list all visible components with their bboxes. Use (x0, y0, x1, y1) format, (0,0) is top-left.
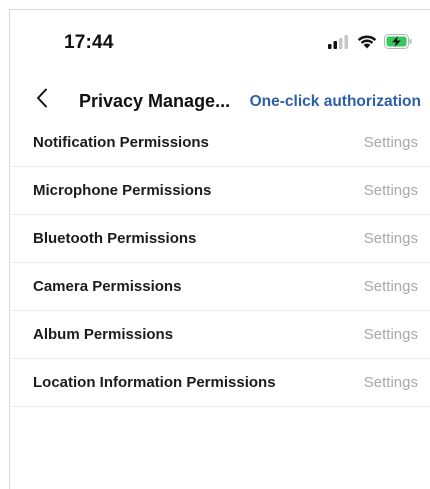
nav-bar: Privacy Manage... One-click authorizatio… (10, 78, 430, 122)
permission-label: Microphone Permissions (33, 182, 212, 199)
permission-label: Camera Permissions (33, 278, 182, 295)
settings-link[interactable]: Settings (364, 374, 418, 391)
status-bar: 17:44 (10, 10, 430, 72)
permissions-list: Notification Permissions Settings Microp… (10, 119, 430, 407)
status-icons (328, 34, 412, 49)
battery-charging-icon (384, 34, 412, 49)
permission-label: Album Permissions (33, 326, 174, 343)
phone-screen: 17:44 Privacy Manage... One-click author… (9, 9, 430, 489)
settings-link[interactable]: Settings (364, 230, 418, 247)
back-button[interactable] (30, 86, 54, 114)
permission-row-album[interactable]: Album Permissions Settings (10, 311, 430, 359)
permission-label: Location Information Permissions (33, 374, 276, 391)
permission-row-microphone[interactable]: Microphone Permissions Settings (10, 167, 430, 215)
wifi-icon (357, 34, 377, 49)
one-click-authorization-button[interactable]: One-click authorization (250, 93, 421, 111)
signal-icon (328, 34, 350, 49)
settings-link[interactable]: Settings (364, 134, 418, 151)
permission-row-camera[interactable]: Camera Permissions Settings (10, 263, 430, 311)
status-time: 17:44 (64, 32, 114, 53)
settings-link[interactable]: Settings (364, 326, 418, 343)
page-title: Privacy Manage... (79, 91, 231, 111)
settings-link[interactable]: Settings (364, 182, 418, 199)
permission-label: Bluetooth Permissions (33, 230, 197, 247)
settings-link[interactable]: Settings (364, 278, 418, 295)
chevron-left-icon (36, 88, 48, 113)
permission-label: Notification Permissions (33, 134, 209, 151)
permission-row-location[interactable]: Location Information Permissions Setting… (10, 359, 430, 407)
permission-row-notification[interactable]: Notification Permissions Settings (10, 119, 430, 167)
permission-row-bluetooth[interactable]: Bluetooth Permissions Settings (10, 215, 430, 263)
